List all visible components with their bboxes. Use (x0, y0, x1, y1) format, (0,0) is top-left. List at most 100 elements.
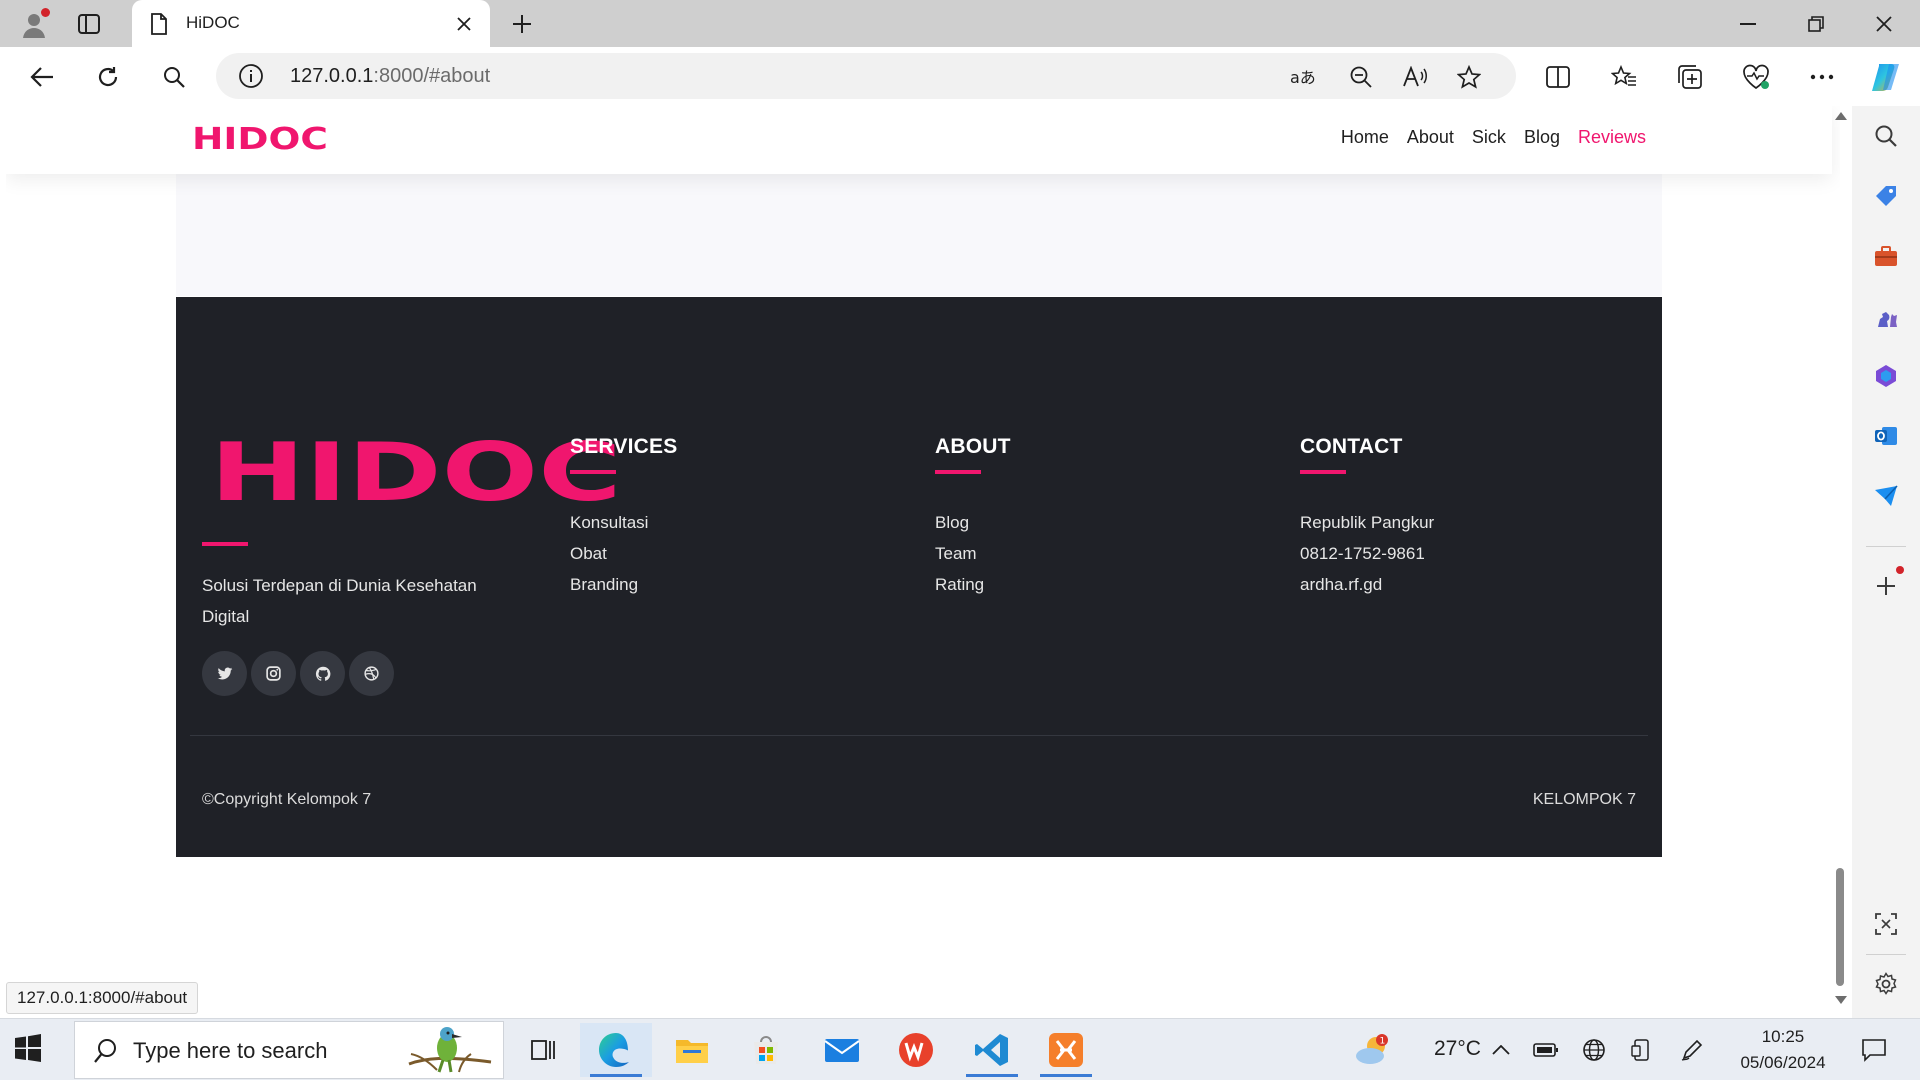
nav-sick[interactable]: Sick (1472, 127, 1506, 148)
battery-indicator[interactable] (1530, 1019, 1562, 1080)
copilot-icon (1872, 64, 1899, 91)
reload-icon (98, 67, 118, 87)
start-button[interactable] (14, 1034, 44, 1064)
footer-link[interactable]: Blog (935, 507, 1255, 538)
contact-phone[interactable]: 0812-1752-9861 (1300, 538, 1620, 569)
store-icon (754, 1036, 778, 1064)
close-window-button[interactable] (1856, 6, 1912, 42)
pen-menu-indicator[interactable] (1676, 1019, 1708, 1080)
footer-link[interactable]: Branding (570, 569, 890, 600)
taskbar-wps-office[interactable] (880, 1023, 952, 1077)
favorite-star-icon[interactable] (1454, 62, 1484, 92)
sidebar-add-button[interactable] (1870, 566, 1904, 602)
scroll-down-arrow[interactable] (1835, 996, 1847, 1004)
search-button[interactable] (154, 57, 194, 97)
translate-icon[interactable]: aあ (1288, 62, 1318, 92)
sidebar-settings-button[interactable] (1870, 968, 1902, 1000)
sidebar-shopping-button[interactable] (1870, 180, 1902, 212)
heart-pulse-icon (1743, 64, 1769, 90)
browser-tab[interactable]: HiDOC (132, 0, 490, 47)
profile-avatar[interactable] (16, 6, 52, 42)
page-scrollbar[interactable] (1832, 106, 1848, 1012)
address-bar[interactable]: 127.0.0.1:8000/#about aあ (216, 53, 1516, 99)
taskbar-file-explorer[interactable] (656, 1023, 728, 1077)
read-aloud-icon[interactable] (1400, 62, 1430, 92)
reload-button[interactable] (88, 57, 128, 97)
services-list: Konsultasi Obat Branding (570, 507, 890, 600)
weather-widget[interactable]: 1 (1348, 1019, 1396, 1080)
footer-link[interactable]: Team (935, 538, 1255, 569)
favorites-button[interactable] (1604, 57, 1644, 97)
new-tab-button[interactable] (508, 10, 536, 38)
nav-blog[interactable]: Blog (1524, 127, 1560, 148)
more-menu-button[interactable] (1802, 57, 1842, 97)
notification-dot (41, 8, 50, 17)
tag-icon (1876, 186, 1896, 206)
clock-time: 10:25 (1761, 1027, 1805, 1046)
show-hidden-icons-button[interactable] (1486, 1019, 1516, 1080)
copilot-button[interactable] (1866, 57, 1906, 97)
taskbar-microsoft-store[interactable] (730, 1023, 802, 1077)
more-icon (1810, 74, 1834, 80)
dribbble-link[interactable] (349, 651, 394, 696)
search-icon (1875, 125, 1897, 147)
sidebar-m365-button[interactable] (1870, 360, 1902, 392)
sidebar-tools-button[interactable] (1870, 240, 1902, 272)
split-screen-button[interactable] (1538, 57, 1578, 97)
sidebar-drop-button[interactable] (1870, 480, 1902, 512)
notifications-button[interactable] (1854, 1019, 1894, 1080)
minimize-button[interactable] (1720, 6, 1776, 42)
tagline-line-2: Digital (202, 607, 250, 626)
collections-button[interactable] (1670, 57, 1710, 97)
scrollbar-thumb[interactable] (1836, 868, 1844, 986)
twitter-link[interactable] (202, 651, 247, 696)
gear-icon (1875, 972, 1897, 995)
taskbar-vscode[interactable] (956, 1023, 1028, 1077)
browser-essentials-button[interactable] (1736, 57, 1776, 97)
nav-reviews[interactable]: Reviews (1578, 127, 1646, 148)
footer-link[interactable]: Obat (570, 538, 890, 569)
running-indicator (1040, 1074, 1092, 1077)
sidebar-outlook-button[interactable] (1870, 420, 1902, 452)
nav-home[interactable]: Home (1341, 127, 1389, 148)
sidebar-search-button[interactable] (1870, 120, 1902, 152)
about-heading: ABOUT (935, 435, 1011, 458)
back-button[interactable] (22, 57, 62, 97)
github-icon (315, 666, 330, 681)
taskbar-mail[interactable] (806, 1023, 878, 1077)
system-clock[interactable]: 10:25 05/06/2024 (1728, 1024, 1838, 1076)
notification-dot (1896, 566, 1904, 574)
footer-link[interactable]: Konsultasi (570, 507, 890, 538)
url-path: :8000/#about (373, 65, 491, 87)
url-text[interactable]: 127.0.0.1:8000/#about (290, 65, 490, 88)
task-view-button[interactable] (508, 1023, 580, 1077)
close-icon (457, 17, 471, 31)
display-indicator[interactable] (1626, 1019, 1658, 1080)
nav-about[interactable]: About (1407, 127, 1454, 148)
sidebar-games-button[interactable] (1870, 300, 1902, 332)
tagline-line-1: Solusi Terdepan di Dunia Kesehatan (202, 576, 477, 595)
taskbar-search[interactable]: Type here to search (74, 1021, 504, 1079)
tab-actions-button[interactable] (74, 10, 104, 38)
zoom-out-icon[interactable] (1346, 62, 1376, 92)
github-link[interactable] (300, 651, 345, 696)
network-indicator[interactable] (1578, 1019, 1610, 1080)
site-logo[interactable]: HIDOC (192, 122, 328, 157)
windows-logo-icon (15, 1034, 41, 1062)
contact-website[interactable]: ardha.rf.gd (1300, 569, 1620, 600)
restore-button[interactable] (1788, 6, 1844, 42)
footer-logo: HIDOC (210, 426, 622, 519)
svg-text:aあ: aあ (1290, 68, 1316, 87)
instagram-link[interactable] (251, 651, 296, 696)
scroll-up-arrow[interactable] (1835, 112, 1847, 120)
search-icon (93, 1038, 117, 1069)
taskbar-edge-app[interactable] (580, 1023, 652, 1077)
site-info-icon[interactable] (238, 63, 264, 94)
split-screen-icon (1546, 66, 1570, 88)
outlook-icon (1875, 427, 1897, 445)
close-tab-button[interactable] (452, 12, 476, 36)
weather-temperature[interactable]: 27°C (1434, 1037, 1481, 1061)
sidebar-screenshot-button[interactable] (1870, 908, 1902, 940)
footer-link[interactable]: Rating (935, 569, 1255, 600)
taskbar-xampp[interactable] (1030, 1023, 1102, 1077)
